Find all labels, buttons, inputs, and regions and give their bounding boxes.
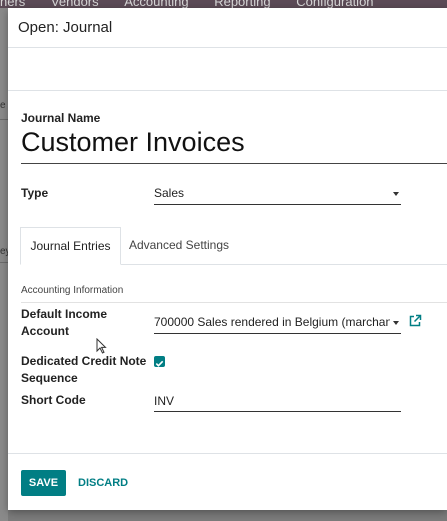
chevron-down-icon (393, 321, 399, 325)
bg-fragment: ey (0, 246, 8, 257)
dialog-header: Open: Journal (8, 8, 447, 48)
default-income-value: 700000 Sales rendered in Belgium (marcha… (154, 315, 390, 329)
bg-divider (0, 119, 8, 120)
save-button[interactable]: SAVE (21, 470, 66, 496)
short-code-label: Short Code (21, 393, 86, 407)
journal-dialog: Open: Journal Journal Name Customer Invo… (8, 8, 447, 510)
credit-note-label: Dedicated Credit Note Sequence (21, 354, 147, 385)
accounting-section-title: Accounting Information (21, 285, 447, 296)
mouse-cursor-icon (96, 338, 107, 354)
default-income-label: Default Income Account (21, 307, 108, 338)
default-income-select[interactable]: 700000 Sales rendered in Belgium (marcha… (154, 313, 401, 334)
bg-fragment: e (0, 100, 6, 111)
type-select[interactable]: Sales (154, 184, 401, 205)
bg-divider (0, 262, 8, 263)
journal-name-label: Journal Name (21, 111, 101, 125)
discard-button[interactable]: DISCARD (78, 470, 128, 496)
tab-advanced-settings[interactable]: Advanced Settings (120, 227, 238, 263)
section-title-text: Accounting Information (21, 285, 124, 296)
credit-note-checkbox[interactable] (154, 356, 165, 367)
tab-journal-entries[interactable]: Journal Entries (20, 227, 121, 265)
dialog-title: Open: Journal (18, 19, 113, 36)
type-select-value: Sales (154, 186, 185, 200)
bg-menu-item: Reporting (214, 0, 271, 8)
background-top-menu: ners Vendors Accounting Reporting Config… (0, 0, 447, 8)
checkmark-icon (155, 360, 164, 367)
background-left-edge (0, 8, 8, 521)
type-label: Type (21, 186, 49, 200)
form-statusbar (8, 48, 447, 91)
form-tabs: Journal Entries Advanced Settings (20, 227, 447, 265)
dialog-footer: SAVE DISCARD (8, 453, 447, 511)
section-divider (21, 302, 447, 303)
bg-menu-item: Vendors (50, 0, 99, 8)
short-code-input[interactable]: INV (154, 392, 401, 412)
short-code-value: INV (154, 394, 175, 408)
chevron-down-icon (393, 192, 399, 196)
bg-menu-item: Accounting (124, 0, 189, 8)
external-link-icon[interactable] (408, 314, 422, 328)
bg-menu-item: ners (0, 0, 26, 8)
bg-menu-item: Configuration (296, 0, 374, 8)
journal-name-input[interactable]: Customer Invoices (21, 127, 447, 164)
